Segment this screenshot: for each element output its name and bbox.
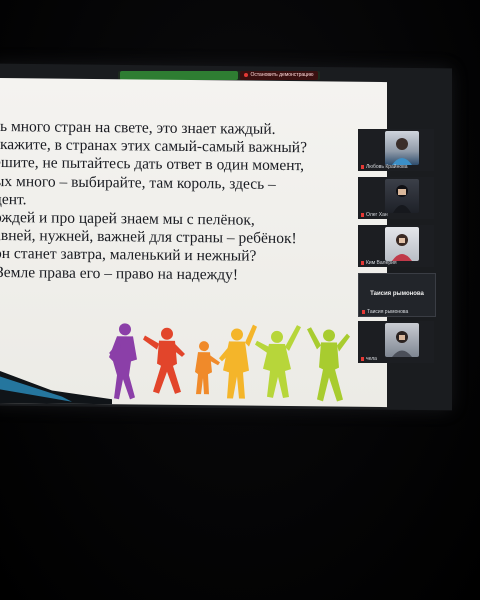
stop-share-button[interactable]: Остановить демонстрацию bbox=[240, 71, 318, 80]
poem-line: ых много – выбирайте, там король, здесь … bbox=[0, 172, 276, 193]
silhouette-green bbox=[307, 327, 350, 402]
participant-name: Ким Валерия bbox=[361, 260, 397, 266]
participants-panel: Любовь Крайнова Олег Хан Ким Валерия Таи… bbox=[352, 125, 438, 370]
mic-muted-icon bbox=[361, 356, 364, 361]
participant-video bbox=[385, 131, 419, 165]
participant-name: чела bbox=[361, 356, 377, 362]
children-silhouettes bbox=[109, 323, 350, 402]
mic-muted-icon bbox=[361, 164, 364, 169]
participant-tile[interactable]: чела bbox=[358, 321, 434, 363]
poem-text: ь много стран на свете, это знает каждый… bbox=[0, 118, 372, 286]
participant-tile[interactable]: Олег Хан bbox=[358, 177, 434, 219]
stop-icon bbox=[244, 72, 249, 77]
participant-video bbox=[385, 179, 419, 213]
silhouette-red bbox=[143, 327, 185, 394]
silhouette-orange bbox=[195, 341, 220, 395]
participant-tile[interactable]: Ким Валерия bbox=[358, 225, 434, 267]
silhouette-yellow bbox=[219, 324, 257, 399]
participant-tile[interactable]: Любовь Крайнова bbox=[358, 129, 434, 171]
silhouette-purple bbox=[109, 323, 137, 400]
participant-video bbox=[385, 227, 419, 261]
mic-muted-icon bbox=[361, 260, 364, 265]
participant-video bbox=[385, 323, 419, 357]
participant-name: Олег Хан bbox=[361, 212, 388, 218]
participant-tile-active[interactable]: Таисия рымонова Таисия рымонова bbox=[358, 273, 436, 317]
presentation-slide: ь много стран на свете, это знает каждый… bbox=[0, 77, 387, 408]
mic-muted-icon bbox=[362, 309, 365, 314]
poem-line: Земле права его – право на надежду! bbox=[0, 263, 239, 284]
participant-name: Любовь Крайнова bbox=[361, 164, 408, 170]
slide-corner-decoration bbox=[0, 367, 112, 408]
stop-share-label: Остановить демонстрацию bbox=[250, 72, 314, 78]
mic-muted-icon bbox=[361, 212, 364, 217]
silhouette-light-green bbox=[255, 325, 301, 398]
participant-caption: Таисия рымонова bbox=[370, 291, 424, 297]
participant-name: Таисия рымонова bbox=[362, 309, 408, 315]
